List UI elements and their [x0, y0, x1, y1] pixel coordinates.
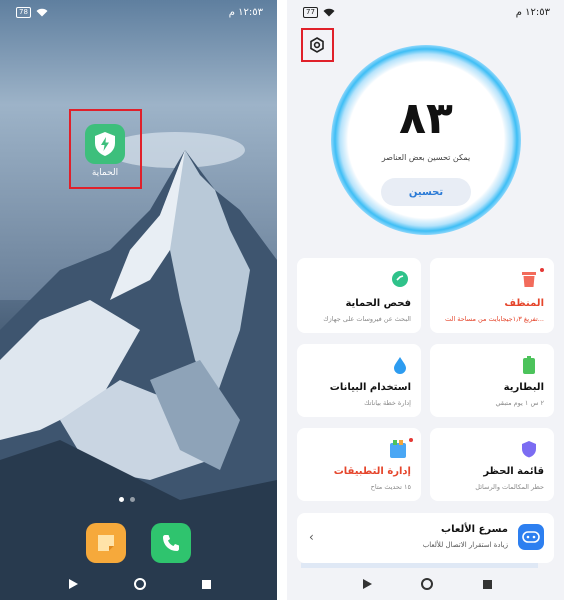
security-app-screen: 77 ١٢:٥٣ م ٨٣ يمكن تحسين بعض العناصر تحس… [287, 0, 564, 600]
navigation-bar [337, 568, 517, 600]
trash-icon [520, 270, 538, 288]
card-app-manager[interactable]: إدارة التطبيقات ١٥ تحديث متاح [297, 428, 421, 501]
card-security-scan[interactable]: فحص الحماية البحث عن فيروسات على جهازك [297, 258, 421, 333]
page-dot-active [119, 497, 124, 502]
status-bar: 78 ١٢:٥٣ م [0, 0, 277, 26]
card-subtitle: البحث عن فيروسات على جهازك [323, 315, 411, 323]
notification-dot [409, 438, 413, 442]
card-subtitle: حظر المكالمات والرسائل [475, 483, 544, 491]
card-subtitle: ٢ س ١ يوم متبقي [495, 399, 544, 407]
game-turbo-title: مسرع الألعاب [441, 524, 508, 535]
notification-dot [540, 268, 544, 272]
home-circle-icon [133, 578, 146, 590]
game-turbo-card[interactable]: ‹ مسرع الألعاب زيادة استقرار الاتصال للأ… [297, 513, 554, 563]
battery-indicator: 77 [303, 7, 318, 18]
card-block-list[interactable]: قائمة الحظر حظر المكالمات والرسائل [430, 428, 554, 501]
card-title: استخدام البيانات [329, 382, 411, 393]
card-title: فحص الحماية [345, 298, 411, 309]
back-button[interactable] [355, 572, 379, 596]
battery-indicator: 78 [16, 7, 31, 18]
notes-app-icon[interactable] [86, 523, 126, 563]
card-title: قائمة الحظر [483, 466, 544, 477]
card-subtitle: تفريغ ١٫٣جيجابايت من مساحة الت... [444, 315, 544, 323]
back-triangle-icon [68, 579, 78, 589]
page-indicator [119, 497, 135, 502]
status-bar: 77 ١٢:٥٣ م [287, 0, 564, 26]
back-triangle-icon [362, 579, 372, 589]
home-screen: 78 ١٢:٥٣ م الحماية [0, 0, 277, 600]
phone-app-icon[interactable] [151, 523, 191, 563]
note-icon [98, 535, 114, 551]
recents-square-icon [482, 579, 492, 589]
recents-button[interactable] [475, 572, 499, 596]
game-turbo-subtitle: زيادة استقرار الاتصال للألعاب [422, 541, 508, 549]
phone-icon [163, 535, 179, 551]
home-circle-icon [421, 578, 433, 590]
droplet-icon [391, 356, 409, 374]
home-button[interactable] [128, 572, 152, 596]
back-button[interactable] [61, 572, 85, 596]
navigation-bar [40, 568, 240, 600]
highlight-box-settings [301, 28, 334, 62]
shield-check-icon [391, 270, 409, 288]
chevron-left-icon: ‹ [309, 530, 314, 544]
optimize-button[interactable]: تحسين [381, 178, 471, 206]
mountain-wallpaper [0, 0, 277, 600]
card-data-usage[interactable]: استخدام البيانات إدارة خطة بياناتك [297, 344, 421, 417]
clock: ١٢:٥٣ م [228, 7, 263, 18]
clock: ١٢:٥٣ م [515, 7, 550, 18]
block-shield-icon [520, 440, 538, 458]
app-manager-icon [389, 440, 407, 458]
battery-icon [520, 356, 538, 374]
card-title: البطارية [503, 382, 544, 393]
card-subtitle: ١٥ تحديث متاح [370, 483, 411, 491]
recents-button[interactable] [195, 572, 219, 596]
card-cleaner[interactable]: المنظف تفريغ ١٫٣جيجابايت من مساحة الت... [430, 258, 554, 333]
recents-square-icon [202, 579, 212, 589]
score-subtitle: يمكن تحسين بعض العناصر [381, 153, 471, 162]
security-score: ٨٣ [399, 93, 453, 144]
card-battery[interactable]: البطارية ٢ س ١ يوم متبقي [430, 344, 554, 417]
wifi-icon [323, 8, 335, 17]
gamepad-icon [518, 524, 544, 550]
wifi-icon [36, 8, 48, 17]
home-button[interactable] [415, 572, 439, 596]
page-dot [130, 497, 135, 502]
card-subtitle: إدارة خطة بياناتك [364, 399, 411, 407]
card-title: المنظف [504, 298, 544, 309]
highlight-box-app [69, 109, 142, 189]
score-ring: ٨٣ يمكن تحسين بعض العناصر تحسين [331, 45, 521, 235]
card-title: إدارة التطبيقات [333, 466, 411, 477]
